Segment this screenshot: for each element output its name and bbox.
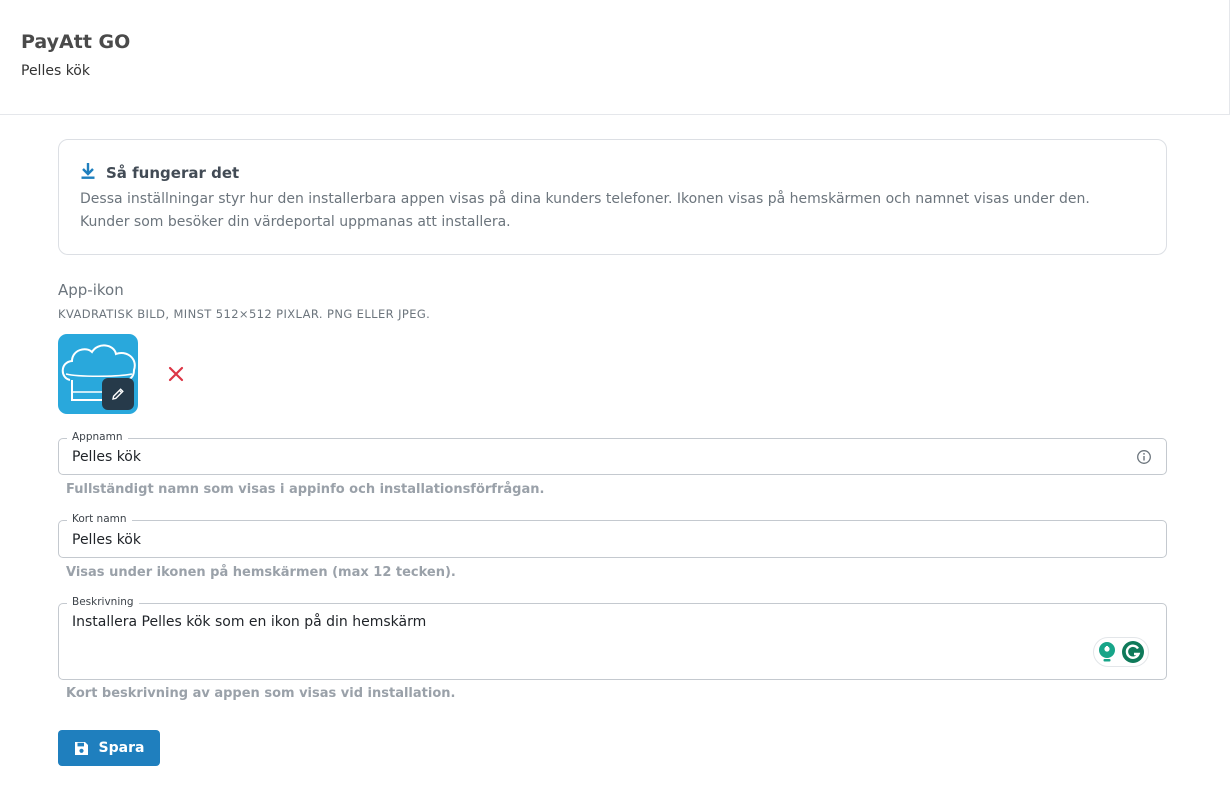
remove-icon-button[interactable] (165, 363, 187, 385)
app-title: PayAtt GO (21, 31, 131, 53)
short-name-field[interactable]: Kort namn Pelles kök (58, 513, 1167, 558)
save-button-label: Spara (98, 740, 145, 756)
download-icon (80, 162, 96, 184)
description-textarea[interactable]: Installera Pelles kök som en ikon på din… (72, 614, 426, 630)
app-name-label: Appnamn (67, 431, 128, 443)
short-name-helper: Visas under ikonen på hemskärmen (max 12… (66, 565, 456, 580)
page-header: PayAtt GO Pelles kök (0, 0, 1230, 115)
info-circle-icon[interactable] (1136, 449, 1152, 465)
floppy-disk-icon (74, 741, 88, 755)
app-name-input[interactable]: Pelles kök (72, 449, 141, 465)
description-label: Beskrivning (67, 596, 139, 608)
save-button[interactable]: Spara (58, 730, 160, 766)
shop-name: Pelles kök (21, 63, 90, 79)
app-name-field[interactable]: Appnamn Pelles kök (58, 431, 1167, 475)
info-card: Så fungerar det Dessa inställningar styr… (58, 139, 1167, 255)
lightbulb-icon (1099, 642, 1115, 662)
description-helper: Kort beskrivning av appen som visas vid … (66, 686, 456, 701)
grammarly-widget[interactable] (1093, 637, 1149, 667)
short-name-input[interactable]: Pelles kök (72, 532, 141, 548)
close-icon (168, 366, 184, 382)
app-name-helper: Fullständigt namn som visas i appinfo oc… (66, 482, 545, 497)
grammarly-icon (1122, 641, 1144, 663)
app-icon-image[interactable] (58, 334, 138, 414)
app-icon-label: App-ikon (58, 281, 124, 299)
info-card-title: Så fungerar det (106, 164, 240, 182)
description-field[interactable]: Beskrivning Installera Pelles kök som en… (58, 596, 1167, 680)
pencil-icon (112, 388, 124, 400)
info-card-text: Dessa inställningar styr hur den install… (80, 191, 1090, 230)
short-name-label: Kort namn (67, 513, 132, 525)
edit-icon-button[interactable] (102, 378, 134, 410)
info-card-header: Så fungerar det (80, 162, 239, 184)
app-icon-hint: KVADRATISK BILD, MINST 512×512 PIXLAR. P… (58, 307, 431, 321)
